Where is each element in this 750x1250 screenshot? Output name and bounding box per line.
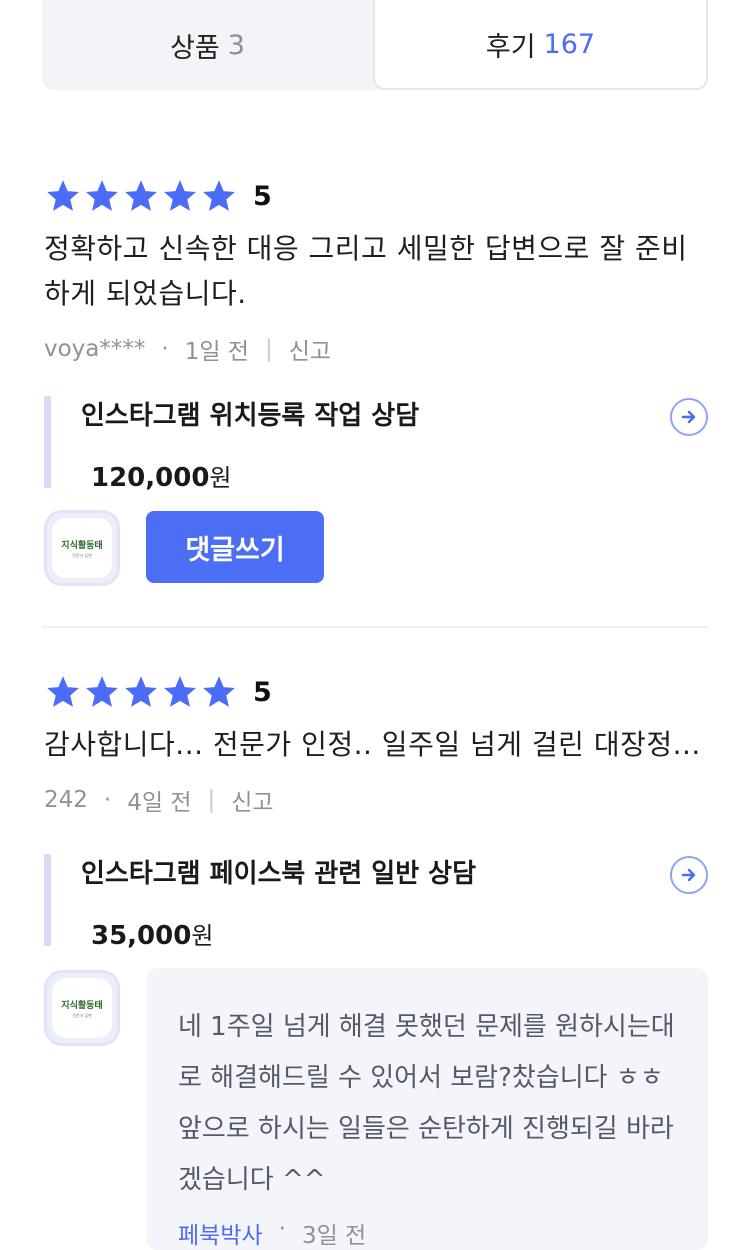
seller-logo-subtitle: 전문가 답변 bbox=[72, 1013, 92, 1018]
star-icon bbox=[203, 676, 235, 707]
star-icon bbox=[125, 180, 157, 211]
tab-reviews-label: 후기 bbox=[485, 31, 536, 63]
price-currency: 원 bbox=[209, 464, 232, 492]
seller-logo-subtitle: 전문가 답변 bbox=[72, 553, 92, 558]
seller-avatar: 지식활동태 전문가 답변 bbox=[44, 970, 120, 1046]
separator-dot: · bbox=[103, 787, 112, 813]
review-time: 1일 전 bbox=[184, 339, 249, 365]
separator-bar: | bbox=[207, 787, 216, 813]
tab-reviews-count: 167 bbox=[543, 28, 596, 60]
star-icon bbox=[125, 676, 157, 707]
review-text: 정확하고 신속한 대응 그리고 세밀한 답변으로 잘 준비하게 되었습니다. bbox=[44, 232, 688, 310]
review-time: 4일 전 bbox=[127, 790, 192, 816]
tab-reviews[interactable]: 후기 167 bbox=[373, 0, 708, 90]
price-currency: 원 bbox=[191, 922, 214, 950]
product-card[interactable]: 인스타그램 페이스북 관련 일반 상담 35,000원 bbox=[44, 854, 708, 951]
tab-products-label: 상품 bbox=[170, 32, 220, 64]
review-author: 242 bbox=[44, 787, 88, 813]
seller-reply: 네 1주일 넘게 해결 못했던 문제를 원하시는대로 해결해드릴 수 있어서 보… bbox=[146, 968, 708, 1250]
review-item: 5 감사합니다... 전문가 인정.. 일주일 넘게 걸린 대장정... 242… bbox=[44, 672, 708, 817]
review-meta: voya**** · 1일 전 | 신고 bbox=[44, 332, 708, 366]
seller-logo: 지식활동태 전문가 답변 bbox=[52, 978, 112, 1038]
product-price: 120,000원 bbox=[81, 458, 708, 493]
separator-dot: · bbox=[161, 336, 169, 362]
seller-reply-text: 네 1주일 넘게 해결 못했던 문제를 원하시는대로 해결해드릴 수 있어서 보… bbox=[178, 1012, 675, 1195]
review-text: 감사합니다... 전문가 인정.. 일주일 넘게 걸린 대장정... bbox=[44, 728, 701, 761]
review-item: 5 정확하고 신속한 대응 그리고 세밀한 답변으로 잘 준비하게 되었습니다.… bbox=[44, 176, 708, 366]
star-icon bbox=[203, 180, 235, 211]
product-card[interactable]: 인스타그램 위치등록 작업 상담 120,000원 bbox=[44, 396, 708, 493]
star-icon bbox=[164, 676, 196, 707]
price-value: 35,000 bbox=[91, 921, 192, 951]
review-meta: 242 · 4일 전 | 신고 bbox=[44, 783, 708, 817]
product-price: 35,000원 bbox=[81, 916, 708, 951]
seller-logo: 지식활동태 전문가 답변 bbox=[52, 518, 112, 578]
report-link[interactable]: 신고 bbox=[289, 332, 331, 366]
price-value: 120,000 bbox=[91, 463, 210, 493]
report-link[interactable]: 신고 bbox=[231, 783, 273, 817]
product-name: 인스타그램 페이스북 관련 일반 상담 bbox=[81, 859, 477, 889]
star-icon bbox=[164, 180, 196, 211]
star-icon bbox=[86, 180, 118, 211]
tab-products-count: 3 bbox=[227, 29, 245, 61]
seller-reply-time: 3일 전 bbox=[301, 1223, 367, 1249]
rating-score: 5 bbox=[253, 180, 272, 212]
product-link-arrow-icon[interactable] bbox=[670, 856, 708, 894]
write-reply-button[interactable]: 댓글쓰기 bbox=[146, 511, 324, 583]
star-icon bbox=[47, 180, 79, 211]
star-rating: 5 bbox=[44, 672, 708, 712]
separator-dot: · bbox=[278, 1216, 286, 1242]
seller-reply-author[interactable]: 페북박사 bbox=[178, 1216, 263, 1250]
star-icon bbox=[86, 676, 118, 707]
product-link-arrow-icon[interactable] bbox=[670, 398, 708, 436]
seller-logo-title: 지식활동태 bbox=[61, 1001, 103, 1011]
rating-score: 5 bbox=[253, 676, 272, 708]
separator-bar: | bbox=[264, 336, 273, 362]
divider bbox=[42, 626, 708, 628]
seller-logo-title: 지식활동태 bbox=[61, 541, 103, 551]
review-author: voya**** bbox=[44, 336, 146, 362]
tab-bar: 상품 3 후기 167 bbox=[42, 0, 708, 90]
tab-products[interactable]: 상품 3 bbox=[42, 0, 373, 90]
star-icon bbox=[47, 676, 79, 707]
seller-reply-meta: 페북박사 · 3일 전 bbox=[178, 1216, 676, 1250]
product-name: 인스타그램 위치등록 작업 상담 bbox=[81, 401, 420, 431]
star-rating: 5 bbox=[44, 176, 708, 216]
seller-avatar: 지식활동태 전문가 답변 bbox=[44, 510, 120, 586]
